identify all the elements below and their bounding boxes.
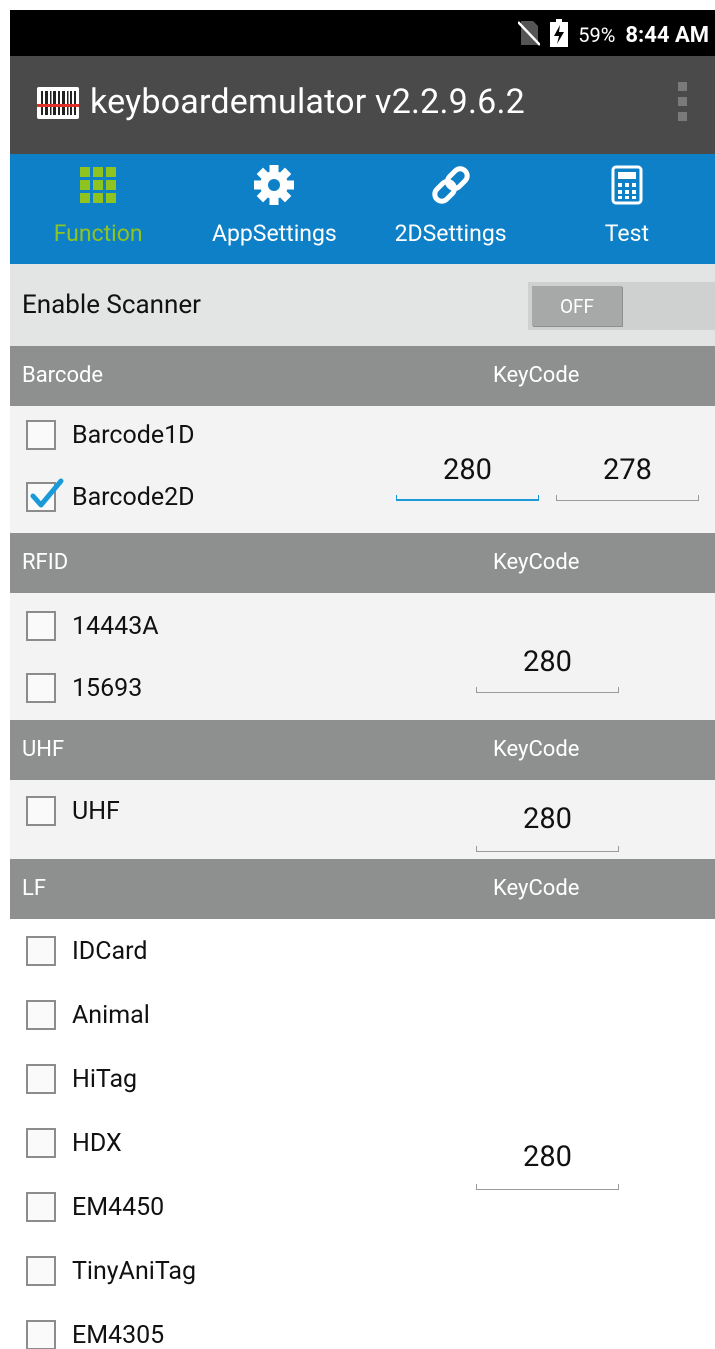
hdx-checkbox[interactable]: HDX [10, 1118, 122, 1168]
tab-function-label: Function [53, 220, 143, 247]
em4305-checkbox[interactable]: EM4305 [10, 1310, 164, 1349]
14443a-checkbox[interactable]: 14443A [10, 601, 159, 651]
enable-scanner-switch[interactable]: OFF [528, 282, 715, 330]
battery-percent: 59% [578, 23, 616, 47]
rfid-header-label: RFID [22, 550, 69, 575]
tab-test-label: Test [604, 220, 649, 247]
clock: 8:44 AM [625, 22, 709, 48]
barcode-keycode-1-input[interactable]: 280 [396, 453, 539, 501]
tinyanitag-checkbox[interactable]: TinyAniTag [10, 1246, 196, 1296]
tinyanitag-label: TinyAniTag [72, 1256, 196, 1286]
uhf-checkbox[interactable]: UHF [10, 786, 120, 836]
checkbox-icon [26, 611, 56, 641]
action-bar: keyboardemulator v2.2.9.6.2 [10, 56, 715, 154]
tab-appsettings-label: AppSettings [211, 220, 337, 247]
lf-section: IDCard Animal HiTag HDX EM4450 TinyAniTa… [10, 919, 715, 1349]
barcode1d-label: Barcode1D [72, 420, 195, 450]
battery-charging-icon [550, 19, 569, 51]
checkbox-checked-icon [26, 478, 64, 512]
barcode-app-icon [36, 86, 80, 124]
animal-checkbox[interactable]: Animal [10, 990, 150, 1040]
15693-checkbox[interactable]: 15693 [10, 663, 142, 713]
uhf-label: UHF [72, 796, 120, 826]
grid-icon [80, 164, 117, 206]
enable-scanner-row: Enable Scanner OFF [10, 264, 715, 346]
tab-test[interactable]: Test [539, 154, 715, 264]
em4305-label: EM4305 [72, 1320, 165, 1349]
tab-2dsettings[interactable]: 2DSettings [363, 154, 539, 264]
uhf-section-header: UHF KeyCode [10, 720, 715, 780]
checkbox-icon [26, 1000, 56, 1030]
checkbox-icon [26, 796, 56, 826]
checkbox-icon [26, 936, 56, 966]
barcode-keycode-2-input[interactable]: 278 [556, 453, 699, 501]
em4450-checkbox[interactable]: EM4450 [10, 1182, 164, 1232]
checkbox-icon [26, 1128, 56, 1158]
enable-scanner-label: Enable Scanner [22, 290, 201, 320]
tab-appsettings[interactable]: AppSettings [186, 154, 362, 264]
lf-section-header: LF KeyCode [10, 859, 715, 919]
em4450-label: EM4450 [72, 1192, 165, 1222]
gear-icon [253, 164, 295, 206]
barcode2d-checkbox[interactable]: Barcode2D [10, 472, 195, 522]
status-icons: 59% 8:44 AM [517, 19, 709, 51]
rfid-keycode-input[interactable]: 280 [476, 645, 619, 693]
app-screen: 59% 8:44 AM keyboardemulator v2.2.9.6.2 [10, 10, 715, 1349]
uhf-keycode-input[interactable]: 280 [476, 802, 619, 852]
checkbox-icon [26, 1256, 56, 1286]
checkbox-icon [26, 1320, 56, 1349]
link-icon [429, 164, 473, 206]
barcode-section: Barcode1D Barcode2D 280 278 [10, 406, 715, 533]
lf-keycode-header: KeyCode [493, 876, 580, 901]
14443a-label: 14443A [72, 611, 159, 641]
uhf-keycode-header: KeyCode [493, 737, 580, 762]
switch-thumb: OFF [532, 286, 622, 326]
barcode-section-header: Barcode KeyCode [10, 346, 715, 406]
tab-function[interactable]: Function [10, 154, 186, 264]
rfid-section: 14443A 15693 280 [10, 593, 715, 720]
lf-header-label: LF [22, 876, 47, 901]
uhf-section: UHF 280 [10, 780, 715, 859]
tab-bar: Function AppSettings 2DSettings Test [10, 154, 715, 264]
checkbox-icon [26, 1064, 56, 1094]
barcode1d-checkbox[interactable]: Barcode1D [10, 410, 195, 460]
calculator-icon [611, 164, 643, 206]
hdx-label: HDX [72, 1128, 122, 1158]
rfid-section-header: RFID KeyCode [10, 533, 715, 593]
checkbox-icon [26, 1192, 56, 1222]
status-bar: 59% 8:44 AM [10, 10, 715, 56]
barcode-keycode-header: KeyCode [493, 363, 580, 388]
barcode2d-label: Barcode2D [72, 482, 195, 512]
hitag-checkbox[interactable]: HiTag [10, 1054, 137, 1104]
overflow-menu-icon[interactable] [675, 82, 689, 126]
idcard-checkbox[interactable]: IDCard [10, 926, 147, 976]
tab-2dsettings-label: 2DSettings [394, 220, 507, 247]
15693-label: 15693 [72, 673, 143, 703]
no-sim-icon [517, 20, 542, 50]
rfid-keycode-header: KeyCode [493, 550, 580, 575]
barcode-header-label: Barcode [22, 363, 104, 388]
uhf-header-label: UHF [22, 737, 65, 762]
animal-label: Animal [72, 1000, 150, 1030]
lf-keycode-input[interactable]: 280 [476, 1140, 619, 1190]
idcard-label: IDCard [72, 936, 148, 966]
app-title: keyboardemulator v2.2.9.6.2 [90, 82, 525, 122]
checkbox-icon [26, 420, 56, 450]
hitag-label: HiTag [72, 1064, 138, 1094]
checkbox-icon [26, 673, 56, 703]
